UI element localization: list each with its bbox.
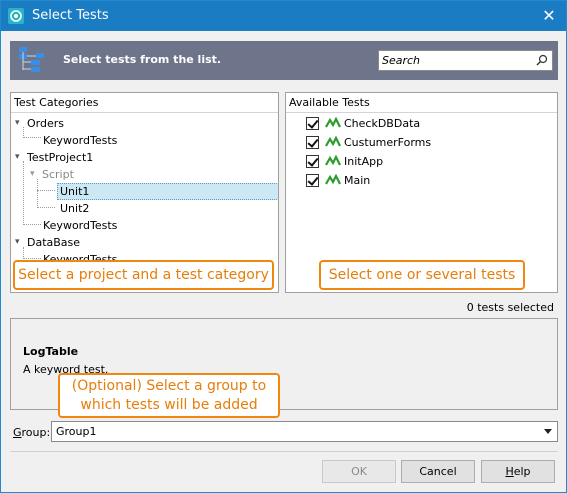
search-input[interactable] bbox=[379, 51, 529, 70]
chevron-down-icon[interactable] bbox=[544, 429, 552, 434]
header-banner: Select tests from the list. bbox=[10, 41, 558, 80]
tree-structure-icon bbox=[19, 47, 44, 72]
group-dropdown[interactable]: Group1 bbox=[51, 421, 558, 442]
checkbox[interactable] bbox=[306, 136, 319, 149]
tree-guide bbox=[23, 161, 24, 225]
tree-guide bbox=[37, 207, 55, 208]
divider bbox=[10, 451, 558, 452]
chevron-down-icon[interactable]: ▾ bbox=[15, 234, 25, 251]
ok-button[interactable]: OK bbox=[322, 460, 396, 483]
group-value: Group1 bbox=[56, 425, 97, 438]
categories-callout: Select a project and a test category bbox=[13, 260, 274, 290]
close-icon[interactable]: ✕ bbox=[536, 3, 562, 29]
test-categories-panel: Test Categories ▾ Orders KeywordTests ▾ … bbox=[10, 92, 279, 293]
tree-item-unit2[interactable]: Unit2 bbox=[60, 200, 89, 217]
app-icon bbox=[8, 8, 24, 24]
chevron-down-icon[interactable]: ▾ bbox=[15, 115, 25, 132]
group-callout: (Optional) Select a group to which tests… bbox=[58, 373, 280, 418]
tree-guide bbox=[37, 190, 55, 191]
select-tests-dialog: Select Tests ✕ Select tests from the lis… bbox=[0, 0, 567, 493]
checkbox[interactable] bbox=[306, 155, 319, 168]
keyword-test-icon bbox=[325, 136, 341, 147]
keyword-test-icon bbox=[325, 155, 341, 166]
tests-callout: Select one or several tests bbox=[319, 260, 525, 290]
chevron-down-icon[interactable]: ▾ bbox=[30, 166, 40, 183]
chevron-down-icon[interactable]: ▾ bbox=[15, 149, 25, 166]
test-categories-header: Test Categories bbox=[11, 93, 278, 113]
window-title: Select Tests bbox=[32, 8, 109, 23]
tree-item-keywordtests[interactable]: KeywordTests bbox=[43, 132, 117, 149]
banner-text: Select tests from the list. bbox=[63, 53, 222, 66]
help-button[interactable]: Help bbox=[481, 460, 555, 483]
cancel-button[interactable]: Cancel bbox=[401, 460, 475, 483]
tree-guide bbox=[23, 224, 41, 225]
description-title: LogTable bbox=[23, 345, 79, 358]
description-panel: LogTable A keyword test. (Optional) Sele… bbox=[10, 318, 558, 418]
tree-item-keywordtests[interactable]: KeywordTests bbox=[43, 217, 117, 234]
search-icon[interactable] bbox=[536, 54, 548, 66]
checkbox[interactable] bbox=[306, 117, 319, 130]
tree-guide bbox=[23, 258, 41, 259]
tree-guide bbox=[23, 137, 41, 138]
available-tests-panel: Available Tests CheckDBData CustumerForm… bbox=[285, 92, 558, 293]
available-tests-header: Available Tests bbox=[286, 93, 557, 113]
group-label: Group: bbox=[13, 426, 51, 439]
tree-item-unit1[interactable]: Unit1 bbox=[57, 183, 278, 200]
title-bar: Select Tests ✕ bbox=[1, 1, 566, 31]
selected-count: 0 tests selected bbox=[466, 301, 554, 314]
checkbox[interactable] bbox=[306, 174, 319, 187]
tree-guide bbox=[37, 179, 38, 208]
search-box[interactable] bbox=[378, 50, 553, 71]
keyword-test-icon bbox=[325, 117, 341, 128]
keyword-test-icon bbox=[325, 174, 341, 185]
